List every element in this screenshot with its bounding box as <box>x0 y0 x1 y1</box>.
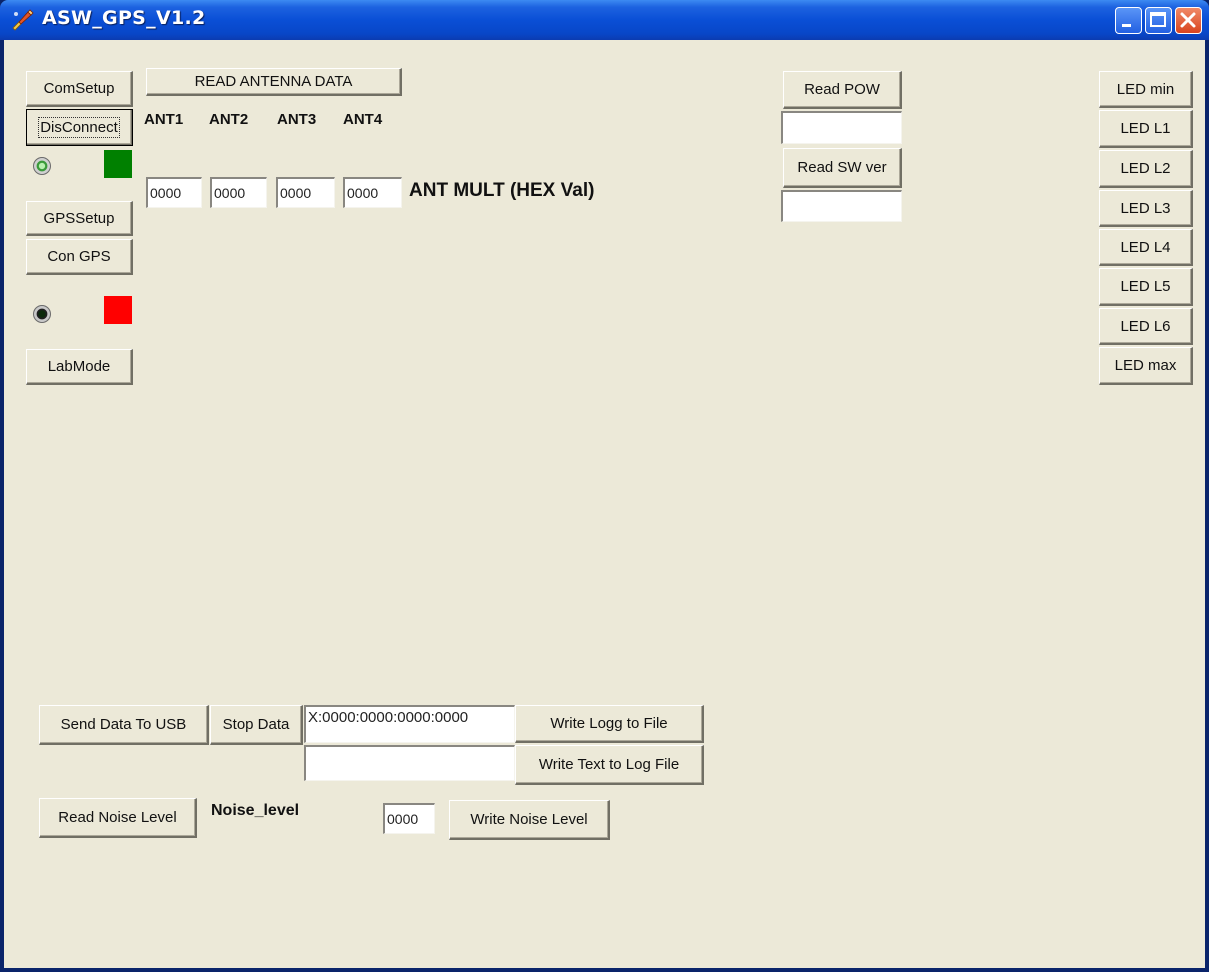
write-text-to-log-file-button[interactable]: Write Text to Log File <box>515 745 704 785</box>
close-icon <box>1180 12 1196 28</box>
com-setup-button[interactable]: ComSetup <box>26 71 133 107</box>
read-antenna-data-button[interactable]: READ ANTENNA DATA <box>146 68 402 96</box>
led-l4-button[interactable]: LED L4 <box>1099 229 1193 266</box>
ant3-mult-field[interactable] <box>276 177 335 208</box>
read-noise-level-button[interactable]: Read Noise Level <box>39 798 197 838</box>
led-l2-button[interactable]: LED L2 <box>1099 150 1193 188</box>
disconnect-button[interactable]: DisConnect <box>26 109 133 146</box>
gps-status-led <box>33 305 51 323</box>
close-button[interactable] <box>1175 7 1202 34</box>
pow-value-field[interactable] <box>781 111 902 144</box>
app-window: ASW_GPS_V1.2 ComSetup DisConnect GPSSetu… <box>0 0 1209 972</box>
led-min-button[interactable]: LED min <box>1099 71 1193 108</box>
ant-mult-label: ANT MULT (HEX Val) <box>409 180 595 201</box>
lab-mode-button[interactable]: LabMode <box>26 349 133 385</box>
minimize-button[interactable] <box>1115 7 1142 34</box>
led-l6-button[interactable]: LED L6 <box>1099 308 1193 345</box>
con-gps-button[interactable]: Con GPS <box>26 239 133 275</box>
ant1-mult-field[interactable] <box>146 177 202 208</box>
title-bar[interactable]: ASW_GPS_V1.2 <box>0 0 1209 40</box>
write-noise-level-button[interactable]: Write Noise Level <box>449 800 610 840</box>
led-max-button[interactable]: LED max <box>1099 347 1193 385</box>
data-output-field[interactable] <box>304 705 515 743</box>
led-l5-button[interactable]: LED L5 <box>1099 268 1193 306</box>
ant2-label: ANT2 <box>209 111 249 128</box>
maximize-icon <box>1150 12 1166 27</box>
noise-level-field[interactable] <box>383 803 435 834</box>
ant2-mult-field[interactable] <box>210 177 267 208</box>
com-status-led <box>33 157 51 175</box>
read-sw-ver-button[interactable]: Read SW ver <box>783 148 902 188</box>
com-status-indicator <box>104 150 132 178</box>
minimize-icon <box>1122 24 1131 27</box>
client-area: ComSetup DisConnect GPSSetup Con GPS Lab… <box>4 40 1205 968</box>
gps-status-indicator <box>104 296 132 324</box>
sw-ver-value-field[interactable] <box>781 190 902 222</box>
write-logg-to-file-button[interactable]: Write Logg to File <box>515 705 704 743</box>
disconnect-label: DisConnect <box>38 116 120 138</box>
send-data-to-usb-button[interactable]: Send Data To USB <box>39 705 209 745</box>
stop-data-button[interactable]: Stop Data <box>210 705 303 745</box>
log-text-field[interactable] <box>304 745 515 781</box>
noise-level-label: Noise_level <box>211 802 300 819</box>
led-l3-button[interactable]: LED L3 <box>1099 190 1193 227</box>
ant3-label: ANT3 <box>277 111 317 128</box>
maximize-button[interactable] <box>1145 7 1172 34</box>
ant4-mult-field[interactable] <box>343 177 402 208</box>
ant1-label: ANT1 <box>144 111 184 128</box>
led-l1-button[interactable]: LED L1 <box>1099 110 1193 148</box>
window-title: ASW_GPS_V1.2 <box>42 7 206 29</box>
ant4-label: ANT4 <box>343 111 383 128</box>
read-pow-button[interactable]: Read POW <box>783 71 902 109</box>
app-icon <box>12 9 34 31</box>
gps-setup-button[interactable]: GPSSetup <box>26 201 133 236</box>
